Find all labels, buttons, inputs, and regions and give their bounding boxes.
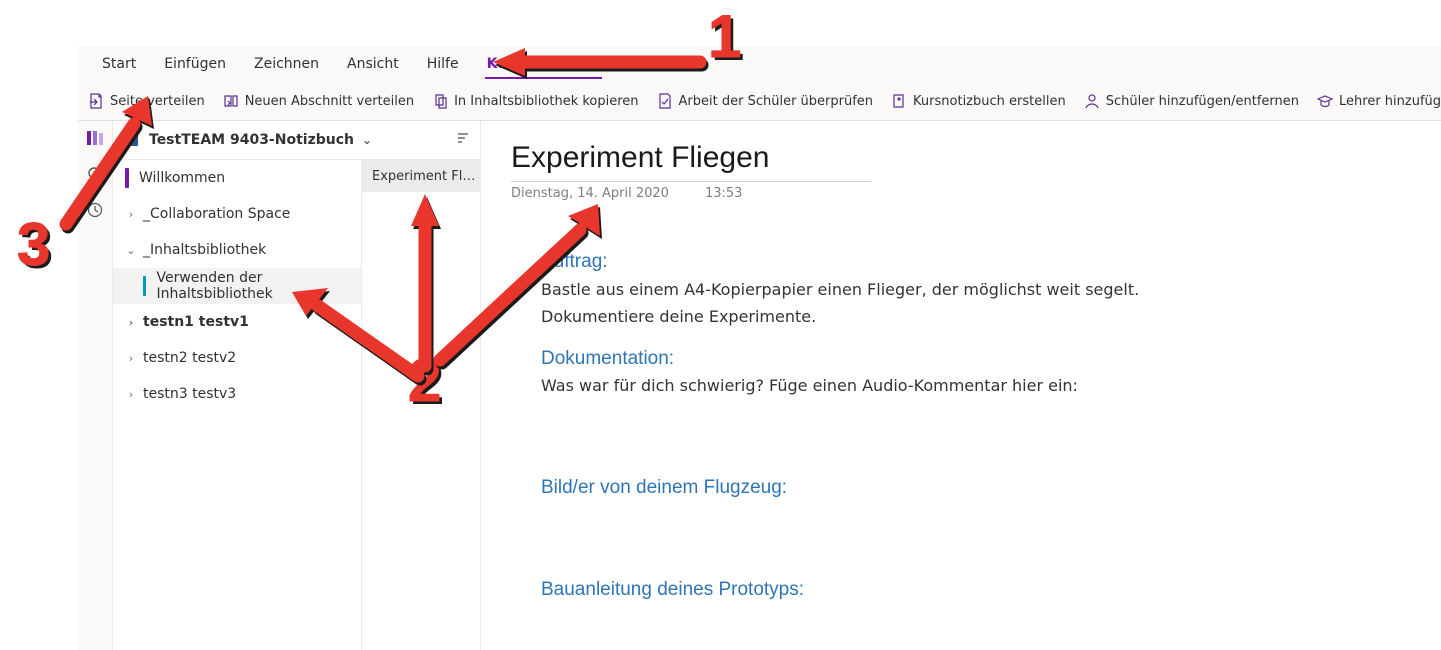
text: Dokumentiere deine Experimente. [541, 306, 1301, 328]
section-label: testn2 testv2 [143, 350, 236, 366]
copy-to-library-icon [432, 93, 448, 109]
heading-dokumentation: Dokumentation: [541, 346, 1301, 372]
section-color-bar [143, 276, 146, 296]
chevron-right-icon: › [125, 316, 137, 329]
page-body[interactable]: Auftrag: Bastle aus einem A4-Kopierpapie… [541, 249, 1301, 602]
ribbon-label: Arbeit der Schüler überprüfen [679, 94, 874, 109]
ribbon-label: Schüler hinzufügen/entfernen [1106, 94, 1299, 109]
section-label: _Inhaltsbibliothek [143, 242, 266, 258]
annotation-arrow-1 [485, 42, 715, 92]
page-date: Dienstag, 14. April 2020 [511, 186, 669, 201]
review-work-icon [657, 93, 673, 109]
ribbon-kursnotizbuch-erstellen[interactable]: Kursnotizbuch erstellen [891, 93, 1066, 109]
page-content[interactable]: Dienstag, 14. April 2020 13:53 Auftrag: … [481, 121, 1441, 650]
notebook-picker[interactable]: TestTEAM 9403-Notizbuch ⌄ [113, 121, 480, 160]
heading-bild: Bild/er von deinem Flugzeug: [541, 475, 1301, 501]
person-icon [1084, 93, 1100, 109]
heading-auftrag: Auftrag: [541, 249, 1301, 275]
ribbon-neuen-abschnitt[interactable]: Neuen Abschnitt verteilen [223, 93, 414, 109]
annotation-arrow-3 [48, 96, 168, 236]
text: Was war für dich schwierig? Füge einen A… [541, 375, 1301, 397]
tab-hilfe[interactable]: Hilfe [413, 50, 473, 82]
ribbon-label: Neuen Abschnitt verteilen [245, 94, 414, 109]
ribbon: Seite verteilen Neuen Abschnitt verteile… [78, 82, 1441, 121]
chevron-down-icon: ⌄ [125, 244, 137, 257]
tab-start[interactable]: Start [88, 50, 150, 82]
ribbon-label: In Inhaltsbibliothek kopieren [454, 94, 638, 109]
distribute-section-icon [223, 93, 239, 109]
section-label: testn3 testv3 [143, 386, 236, 402]
sort-icon[interactable] [456, 131, 470, 149]
menu-tabs: Start Einfügen Zeichnen Ansicht Hilfe Ku… [78, 46, 1441, 82]
page-meta: Dienstag, 14. April 2020 13:53 [511, 186, 1411, 201]
chevron-right-icon: › [125, 388, 137, 401]
heading-bauanleitung: Bauanleitung deines Prototyps: [541, 577, 1301, 603]
page-title[interactable] [511, 139, 871, 182]
tab-zeichnen[interactable]: Zeichnen [240, 50, 333, 82]
section-label: testn1 testv1 [143, 314, 249, 330]
ribbon-arbeit-pruefen[interactable]: Arbeit der Schüler überprüfen [657, 93, 874, 109]
create-notebook-icon [891, 93, 907, 109]
section-inhaltsbibliothek[interactable]: ⌄ _Inhaltsbibliothek [113, 232, 361, 268]
ribbon-label: Lehrer hinzufügen/entfernen [1339, 94, 1441, 109]
ribbon-in-inhaltsbibliothek[interactable]: In Inhaltsbibliothek kopieren [432, 93, 638, 109]
chevron-down-icon: ⌄ [362, 133, 372, 147]
annotation-arrow-2c [278, 286, 438, 396]
tab-einfuegen[interactable]: Einfügen [150, 50, 240, 82]
text: Bastle aus einem A4-Kopierpapier einen F… [541, 279, 1301, 301]
ribbon-lehrer-verwalten[interactable]: Lehrer hinzufügen/entfernen [1317, 93, 1441, 109]
tab-ansicht[interactable]: Ansicht [333, 50, 413, 82]
grad-cap-icon [1317, 93, 1333, 109]
notebook-title: TestTEAM 9403-Notizbuch [149, 132, 354, 148]
chevron-right-icon: › [125, 352, 137, 365]
ribbon-schueler-verwalten[interactable]: Schüler hinzufügen/entfernen [1084, 93, 1299, 109]
annotation-arrow-2b [420, 200, 620, 380]
annotation-number-3: 3 [17, 210, 50, 279]
page-time: 13:53 [705, 186, 742, 201]
ribbon-label: Kursnotizbuch erstellen [913, 94, 1066, 109]
